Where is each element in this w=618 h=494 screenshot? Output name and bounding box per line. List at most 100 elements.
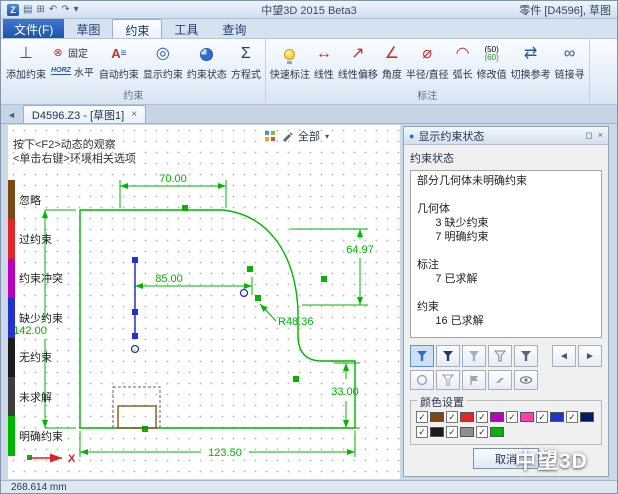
link-button[interactable]: ∞ 链接寻	[553, 39, 587, 91]
doc-nav-left-icon[interactable]: ◄	[5, 110, 18, 123]
unconstrained-color-swatch	[430, 427, 444, 437]
panel-title-icon: ●	[409, 131, 414, 141]
filter-caret-icon[interactable]: ▾	[325, 132, 329, 141]
angle-dimension-button[interactable]: ∠ 角度	[380, 39, 404, 91]
dim-85[interactable]	[135, 277, 252, 295]
tab-inquire[interactable]: 查询	[210, 19, 258, 38]
dim-33-label[interactable]: 33.00	[331, 386, 359, 398]
sketch-drawing[interactable]: 70.00 64.97 85.00	[8, 125, 400, 479]
panel-title: 显示约束状态	[418, 128, 484, 144]
linear-dimension-label: 线性	[314, 66, 334, 81]
filter-all-dropdown[interactable]: 全部	[298, 128, 320, 144]
erase-button[interactable]	[488, 370, 512, 390]
color-option: ✓	[506, 411, 534, 423]
navy-color-checkbox[interactable]: ✓	[566, 411, 578, 423]
info-button[interactable]	[410, 370, 434, 390]
filter-constraint-button[interactable]	[488, 345, 512, 367]
color-settings-row-1: ✓ ✓ ✓ ✓ ✓ ✓	[416, 411, 596, 423]
color-settings-label: 颜色设置	[417, 394, 467, 410]
linear-offset-button[interactable]: ↗ 线性偏移	[336, 39, 380, 91]
linear-offset-icon: ↗	[351, 42, 364, 66]
coordinate-readout: 268.614 mm	[11, 482, 67, 493]
overconstrained-color-swatch	[460, 412, 474, 422]
legend-item: 明确约束	[8, 416, 63, 455]
ignore-color-checkbox[interactable]: ✓	[416, 411, 428, 423]
filter-solved-button[interactable]	[514, 345, 538, 367]
equation-button[interactable]: Σ 方程式	[229, 39, 263, 91]
dim-6497-label[interactable]: 64.97	[346, 244, 374, 256]
sketch-canvas[interactable]: 70.00 64.97 85.00	[8, 125, 400, 479]
legend-item: 约束冲突	[8, 259, 63, 298]
dim-70-label[interactable]: 70.00	[159, 173, 187, 185]
underconstrained-point[interactable]	[241, 290, 248, 297]
next-entity-button[interactable]: ►	[578, 345, 602, 367]
tab-file[interactable]: 文件(F)	[3, 19, 64, 38]
display-grid-icon[interactable]	[264, 130, 276, 142]
horizontal-button[interactable]: HORZ 水平	[51, 64, 94, 78]
undo-icon[interactable]: ↶	[49, 4, 57, 16]
constraint-status-button[interactable]: 约束状态	[185, 39, 229, 91]
filter-geometry-button[interactable]	[436, 345, 460, 367]
app-logo-icon[interactable]: Z	[7, 4, 19, 16]
radius-diameter-button[interactable]: ⌀ 半径/直径	[404, 39, 451, 91]
auto-constraint-button[interactable]: A≡ 自动约束	[97, 39, 141, 91]
prev-entity-button[interactable]: ◄	[552, 345, 576, 367]
pie-icon	[200, 48, 213, 61]
legend-swatch-underconstrained	[8, 298, 15, 337]
sketch-profile[interactable]	[80, 210, 355, 428]
document-icon[interactable]: ▤	[23, 4, 32, 16]
legend-item: 过约束	[8, 219, 63, 258]
unsolved-color-checkbox[interactable]: ✓	[446, 426, 458, 438]
underconstrained-color-checkbox[interactable]: ✓	[536, 411, 548, 423]
dim-12350-label[interactable]: 123.50	[208, 447, 242, 459]
overconstrained-color-checkbox[interactable]: ✓	[446, 411, 458, 423]
fixed-button[interactable]: ⊗ 固定	[51, 45, 94, 59]
panel-window-icon[interactable]: ◻	[585, 130, 592, 141]
ignored-geometry[interactable]	[118, 406, 156, 428]
constraint-status-label: 约束状态	[187, 66, 227, 81]
color-option: ✓	[446, 411, 474, 423]
tab-constraint[interactable]: 约束	[112, 19, 162, 38]
quickaccess-caret-icon[interactable]: ▾	[74, 4, 79, 16]
panel-close-icon[interactable]: ×	[598, 130, 603, 141]
tab-tools[interactable]: 工具	[162, 19, 210, 38]
redo-icon[interactable]: ↷	[61, 4, 69, 16]
unconstrained-color-checkbox[interactable]: ✓	[416, 426, 428, 438]
selection-box[interactable]	[113, 387, 160, 428]
hint-line-1: 按下<F2>动态的观察	[13, 138, 136, 152]
legend-label-unconstrained: 无约束	[19, 349, 52, 365]
eraser-icon	[494, 374, 506, 386]
funnel-gray-icon	[520, 350, 532, 362]
wellconstrained-color-checkbox[interactable]: ✓	[476, 426, 488, 438]
underconstrained-point-2[interactable]	[132, 346, 139, 353]
pink-color-checkbox[interactable]: ✓	[506, 411, 518, 423]
legend-label-conflict: 约束冲突	[19, 270, 63, 286]
edit-pencil-icon[interactable]	[281, 130, 293, 142]
quick-access-toolbar: Z ▤ ⊞ ↶ ↷ ▾	[7, 4, 79, 16]
arc-length-button[interactable]: ◠ 弧长	[451, 39, 475, 91]
tab-sketch[interactable]: 草图	[64, 19, 112, 38]
dim-6497[interactable]	[290, 229, 368, 305]
new-icon[interactable]: ⊞	[36, 4, 44, 16]
modify-value-button[interactable]: (50)(60) 修改值	[475, 39, 509, 91]
filter-dimension-button[interactable]	[462, 345, 486, 367]
toggle-reference-button[interactable]: ⇄ 切换参考	[509, 39, 553, 91]
status-bar: 268.614 mm	[1, 480, 617, 493]
document-tab-label: D4596.Z3 - [草图1]	[32, 107, 124, 123]
main-area: 70.00 64.97 85.00	[1, 124, 617, 480]
filter-all-button[interactable]	[410, 345, 434, 367]
quick-dimension-button[interactable]: 快速标注	[268, 39, 312, 91]
show-constraint-button[interactable]: ◎ 显示约束	[141, 39, 185, 91]
document-info: 零件 [D4596], 草图	[519, 2, 611, 18]
visibility-button[interactable]	[514, 370, 538, 390]
filter-toggle-button[interactable]	[436, 370, 460, 390]
dim-85-label[interactable]: 85.00	[155, 273, 183, 285]
dim-radius-label[interactable]: R48.36	[278, 316, 313, 328]
add-constraint-button[interactable]: ⊥ 添加约束	[4, 39, 48, 91]
conflict-color-checkbox[interactable]: ✓	[476, 411, 488, 423]
flag-button[interactable]	[462, 370, 486, 390]
document-tab-close-icon[interactable]: ×	[131, 109, 137, 120]
legend-swatch-unsolved	[8, 377, 15, 416]
linear-dimension-button[interactable]: ↔ 线性	[312, 39, 336, 91]
document-tab[interactable]: D4596.Z3 - [草图1] ×	[23, 105, 146, 123]
